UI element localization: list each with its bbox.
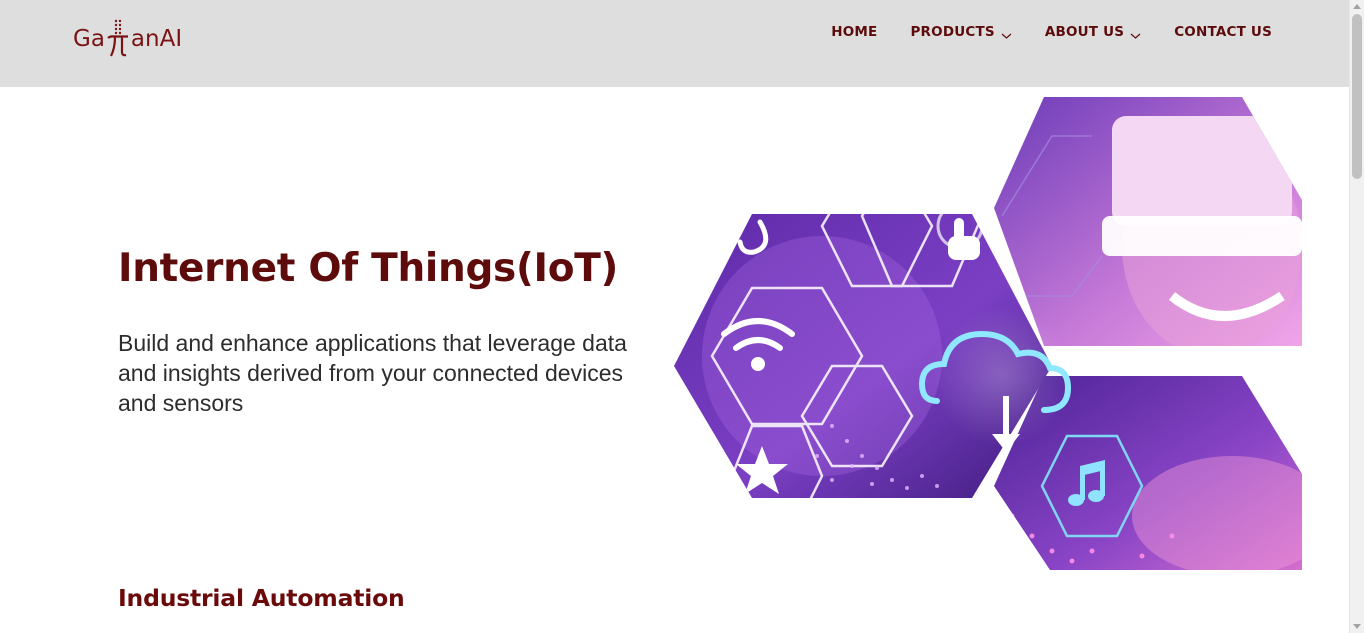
nav-about[interactable]: ABOUT US: [1045, 24, 1141, 40]
section-title: Industrial Automation: [118, 584, 405, 612]
site-header: Ga anAI HOME PRODUCTS ABOUT US CONTACT U…: [0, 0, 1349, 87]
pi-icon: [106, 18, 130, 60]
scroll-thumb[interactable]: [1352, 14, 1362, 179]
main-nav: HOME PRODUCTS ABOUT US CONTACT US: [798, 0, 1272, 64]
nav-products-label: PRODUCTS: [910, 24, 995, 40]
scroll-up-arrow-icon[interactable]: [1353, 4, 1361, 9]
scrollbar[interactable]: [1349, 0, 1364, 633]
scroll-down-arrow-icon[interactable]: [1353, 624, 1361, 629]
nav-products[interactable]: PRODUCTS: [910, 24, 1012, 40]
nav-contact[interactable]: CONTACT US: [1174, 24, 1272, 40]
logo-text-end: anAI: [130, 26, 183, 52]
hero-description: Build and enhance applications that leve…: [118, 330, 627, 416]
nav-about-label: ABOUT US: [1044, 24, 1125, 40]
nav-home-label: HOME: [831, 24, 878, 40]
hero-illustration: [672, 96, 1304, 572]
nav-home[interactable]: HOME: [831, 24, 877, 40]
page: Ga anAI HOME PRODUCTS ABOUT US CONTACT U…: [0, 0, 1364, 633]
hero-title: Internet Of Things(IoT): [118, 246, 619, 291]
chevron-down-icon: [1001, 28, 1012, 39]
logo-text-start: Ga: [73, 26, 105, 52]
nav-contact-label: CONTACT US: [1174, 24, 1272, 40]
chevron-down-icon: [1130, 28, 1141, 39]
logo[interactable]: Ga anAI: [73, 18, 182, 60]
